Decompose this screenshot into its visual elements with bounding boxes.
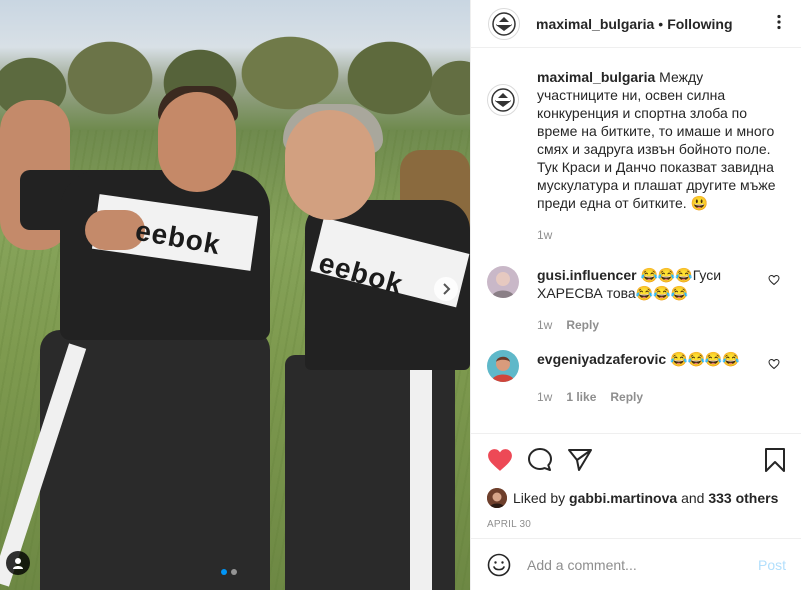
reply-button[interactable]: Reply xyxy=(610,388,643,406)
comment-icon[interactable] xyxy=(527,447,553,473)
post-author-username[interactable]: maximal_bulgaria xyxy=(536,16,654,32)
post-date[interactable]: APRIL 30 xyxy=(487,519,786,530)
comment-time[interactable]: 1w xyxy=(537,316,552,334)
caption-text: Между участниците ни, освен силна конкур… xyxy=(537,69,776,211)
next-photo-button[interactable] xyxy=(434,277,458,301)
action-buttons xyxy=(487,446,786,474)
post-comment-button[interactable]: Post xyxy=(758,557,786,573)
avatar-image xyxy=(487,266,519,298)
like-heart-icon[interactable] xyxy=(487,448,513,472)
maximal-logo-icon xyxy=(491,88,515,112)
liker-avatar[interactable] xyxy=(487,488,507,508)
avatar-image xyxy=(487,350,519,382)
maximal-logo-icon xyxy=(492,11,516,36)
caption-body: maximal_bulgaria Между участниците ни, о… xyxy=(537,68,786,244)
comment-time[interactable]: 1w xyxy=(537,388,552,406)
separator: • xyxy=(658,15,664,32)
likes-others-count[interactable]: 333 others xyxy=(708,490,778,506)
comments-section: maximal_bulgaria Между участниците ни, о… xyxy=(471,68,801,406)
post-details-panel: maximal_bulgaria • Following maximal_bul… xyxy=(470,0,801,590)
like-comment-heart-icon[interactable] xyxy=(768,358,780,370)
commenter-avatar[interactable] xyxy=(487,350,519,382)
comment-body: gusi.influencer 😂😂😂Гуси ХАРЕСВА това😂😂😂 … xyxy=(537,266,759,334)
emoji-icon[interactable] xyxy=(487,553,511,577)
like-comment-heart-icon[interactable] xyxy=(768,274,780,286)
post-caption: maximal_bulgaria Между участниците ни, о… xyxy=(471,68,801,244)
avatar[interactable] xyxy=(488,7,520,40)
carousel-dot-active xyxy=(221,569,227,575)
tagged-users-button[interactable] xyxy=(6,551,30,575)
reply-button[interactable]: Reply xyxy=(566,316,599,334)
comment-meta: 1w Reply xyxy=(537,316,759,334)
bookmark-icon[interactable] xyxy=(764,447,786,473)
liked-by-user[interactable]: gabbi.martinova xyxy=(569,490,677,506)
comment-username[interactable]: gusi.influencer xyxy=(537,267,637,283)
carousel-indicator xyxy=(221,569,237,575)
post-actions: Liked by gabbi.martinova and 333 others … xyxy=(471,433,801,530)
man-right-face xyxy=(285,110,375,220)
avatar-image xyxy=(487,488,507,508)
liked-by-prefix: Liked by xyxy=(513,490,566,506)
post-header: maximal_bulgaria • Following xyxy=(471,0,801,48)
caption-username[interactable]: maximal_bulgaria xyxy=(537,69,655,85)
share-icon[interactable] xyxy=(567,448,593,472)
carousel-dot xyxy=(231,569,237,575)
comment-likes-count[interactable]: 1 like xyxy=(566,388,596,406)
comment-meta: 1w 1 like Reply xyxy=(537,388,759,406)
caption-meta: 1w xyxy=(537,226,786,244)
post-photo[interactable]: eebok eebok xyxy=(0,0,470,590)
comment-item: gusi.influencer 😂😂😂Гуси ХАРЕСВА това😂😂😂 … xyxy=(471,266,801,334)
user-icon xyxy=(13,558,23,569)
following-button[interactable]: Following xyxy=(667,16,732,32)
pants-stripe xyxy=(410,370,432,590)
comment-username[interactable]: evgeniyadzaferovic xyxy=(537,351,666,367)
comment-item: evgeniyadzaferovic 😂😂😂😂 1w 1 like Reply xyxy=(471,350,801,406)
caption-time[interactable]: 1w xyxy=(537,226,552,244)
comment-input[interactable] xyxy=(527,556,747,573)
likes-summary: Liked by gabbi.martinova and 333 others xyxy=(487,488,786,508)
comment-body: evgeniyadzaferovic 😂😂😂😂 1w 1 like Reply xyxy=(537,350,759,406)
add-comment-bar: Post xyxy=(471,538,801,590)
more-options-icon[interactable] xyxy=(771,14,787,30)
chevron-right-icon xyxy=(443,283,451,295)
commenter-avatar[interactable] xyxy=(487,266,519,298)
man-left-face xyxy=(158,92,236,192)
comment-text: 😂😂😂😂 xyxy=(670,351,740,367)
liked-by-and: and xyxy=(681,490,705,506)
avatar[interactable] xyxy=(487,84,519,116)
